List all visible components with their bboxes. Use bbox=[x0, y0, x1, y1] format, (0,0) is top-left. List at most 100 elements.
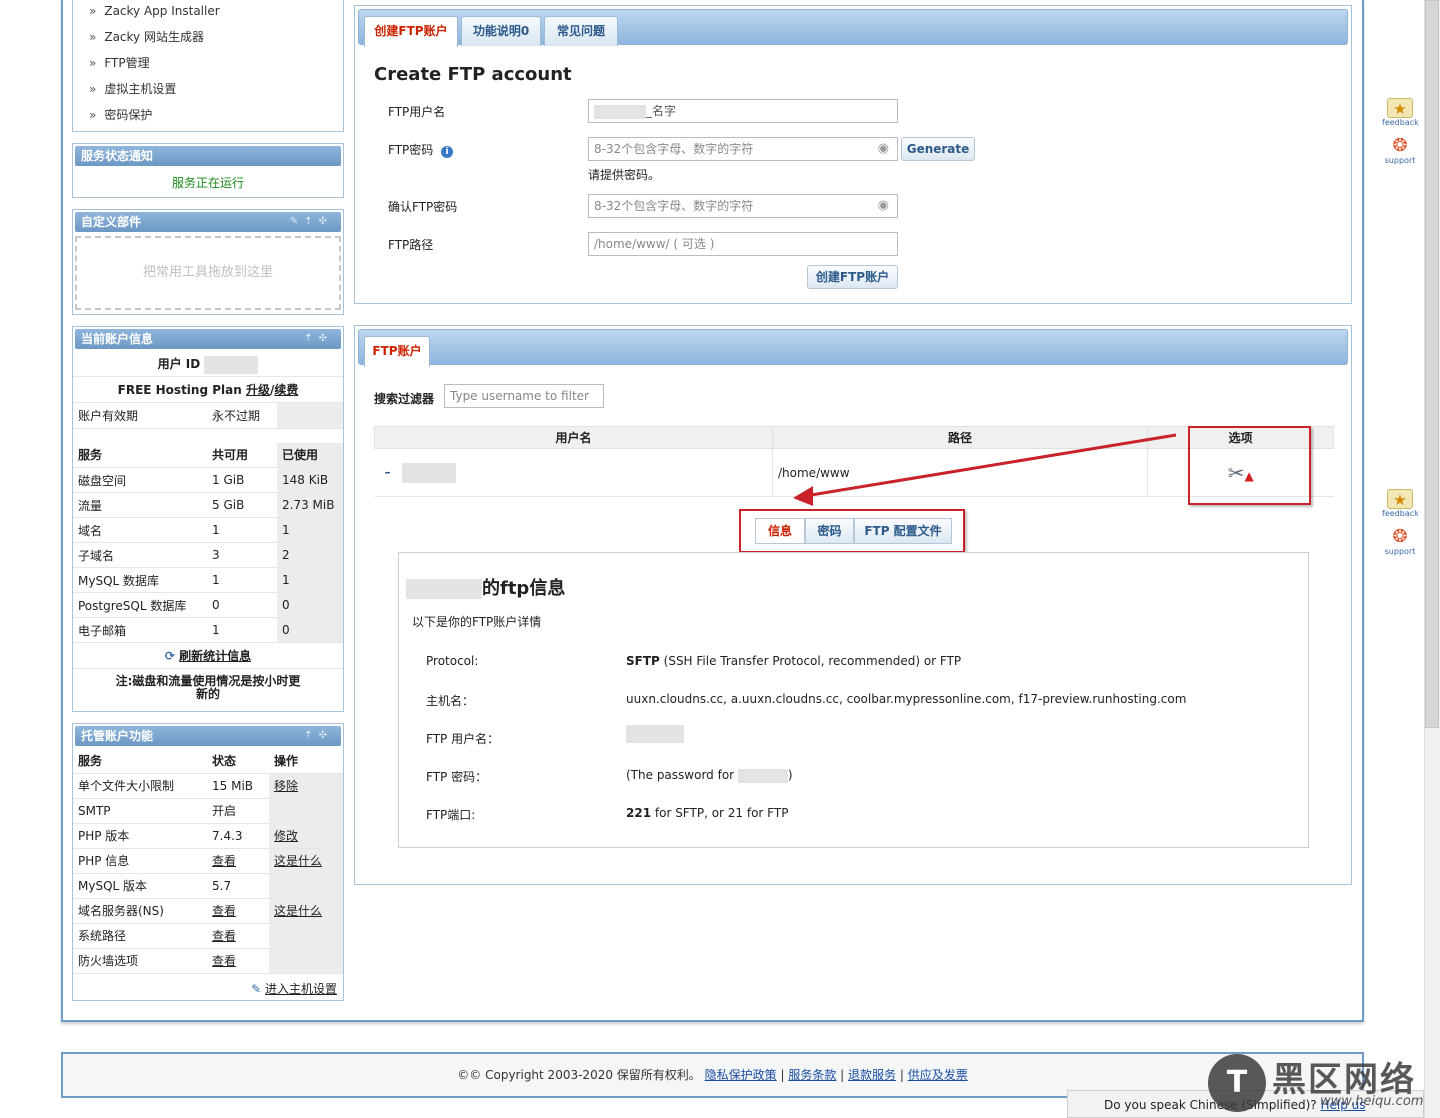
subtab-info[interactable]: 信息 bbox=[755, 518, 805, 544]
service-status-panel: 服务状态通知 服务正在运行 bbox=[72, 143, 344, 198]
tab-faq[interactable]: 常见问题 bbox=[544, 16, 618, 46]
enter-settings-row: ✎ 进入主机设置 bbox=[73, 974, 343, 997]
star-chat-icon: ★ bbox=[1387, 98, 1413, 118]
renew-link[interactable]: 续费 bbox=[274, 383, 298, 397]
refresh-stats-row: ⟳ 刷新统计信息 bbox=[73, 643, 343, 669]
info-icon[interactable]: i bbox=[441, 146, 454, 158]
password-hint: 请提供密码。 bbox=[588, 168, 661, 182]
table-row: SMTP 开启 bbox=[73, 798, 343, 824]
privacy-link[interactable]: 隐私保护政策 bbox=[705, 1068, 777, 1082]
subtab-ftp-config[interactable]: FTP 配置文件 bbox=[854, 518, 952, 544]
ftp-info-intro: 以下是你的FTP账户详情 bbox=[412, 615, 542, 629]
modify-php-link[interactable]: 修改 bbox=[274, 829, 298, 843]
usage-header: 服务 共可用 已使用 bbox=[73, 442, 343, 468]
ftp-username-detail-label: FTP 用户名： bbox=[426, 732, 500, 746]
collapse-icon[interactable]: ⇡ bbox=[304, 216, 318, 227]
refresh-icon[interactable]: ⟳ bbox=[165, 649, 175, 663]
sidebar-item-vhost[interactable]: » 虚拟主机设置 bbox=[73, 78, 343, 104]
table-row: 域名 1 1 bbox=[73, 517, 343, 543]
subtab-password[interactable]: 密码 bbox=[805, 518, 854, 544]
generate-button[interactable]: Generate bbox=[901, 137, 975, 161]
widget-drop-zone[interactable]: 把常用工具拖放到这里 bbox=[75, 236, 341, 310]
remove-link[interactable]: 移除 bbox=[274, 779, 298, 793]
custom-widgets-title: 自定义部件 bbox=[81, 215, 142, 229]
table-row: 防火墙选项 查看 bbox=[73, 948, 343, 974]
info-username-redacted bbox=[406, 579, 482, 599]
table-row: 流量 5 GiB 2.73 MiB bbox=[73, 492, 343, 518]
table-row: 磁盘空间 1 GiB 148 KiB bbox=[73, 467, 343, 493]
table-row: 子域名 3 2 bbox=[73, 542, 343, 568]
upgrade-link[interactable]: 升级 bbox=[246, 383, 270, 397]
copyright-text: ©© Copyright 2003-2020 保留所有权利。 bbox=[457, 1068, 701, 1082]
terms-link[interactable]: 服务条款 bbox=[788, 1068, 836, 1082]
service-status-title: 服务状态通知 bbox=[75, 146, 341, 166]
table-row: MySQL 版本 5.7 bbox=[73, 873, 343, 899]
collapse-icon[interactable]: ⇡ bbox=[304, 333, 318, 344]
collapse-toggle[interactable]: – bbox=[385, 465, 391, 479]
billing-link[interactable]: 供应及发票 bbox=[908, 1068, 968, 1082]
plan-row: FREE Hosting Plan 升级/续费 bbox=[73, 377, 343, 403]
move-icon[interactable]: ✣ bbox=[319, 333, 333, 344]
account-info-panel: 当前账户信息 ⇡✣ 用户 ID FREE Hosting Plan 升级/续费 … bbox=[72, 326, 344, 712]
collapse-icon[interactable]: ⇡ bbox=[304, 730, 318, 741]
what-is-this-link[interactable]: 这是什么 bbox=[274, 854, 322, 868]
refund-link[interactable]: 退款服务 bbox=[848, 1068, 896, 1082]
tab-ftp-accounts[interactable]: FTP账户 bbox=[364, 336, 430, 367]
table-row: PostgreSQL 数据库 0 0 bbox=[73, 592, 343, 618]
confirm-password-input[interactable]: 8-32个包含字母、数字的字符 ◉ bbox=[588, 194, 898, 218]
ftp-path-input[interactable]: /home/www/ ( 可选 ) bbox=[588, 232, 898, 256]
create-ftp-title: Create FTP account bbox=[374, 64, 572, 85]
feedback-widget[interactable]: ★ feedback bbox=[1382, 489, 1419, 523]
feedback-widget[interactable]: ★ feedback bbox=[1382, 98, 1419, 132]
account-info-title: 当前账户信息 bbox=[81, 332, 154, 346]
show-password-icon[interactable]: ◉ bbox=[878, 195, 889, 217]
lifebuoy-icon: ❂ bbox=[1392, 526, 1408, 547]
hosting-features-panel: 托管账户功能 ⇡✣ 服务 状态 操作 单个文件大小限制 15 MiB 移除 SMTP… bbox=[72, 723, 344, 1001]
wrench-icon[interactable]: ✎ bbox=[290, 216, 304, 227]
protocol-label: Protocol: bbox=[426, 654, 479, 668]
validity-row: 账户有效期 永不过期 bbox=[73, 403, 343, 429]
sidebar-item-password-protect[interactable]: » 密码保护 bbox=[73, 104, 343, 130]
move-icon[interactable]: ✣ bbox=[319, 216, 333, 227]
username-prefix-redacted bbox=[594, 104, 646, 119]
usage-header-total: 共可用 bbox=[207, 442, 277, 468]
view-ns-link[interactable]: 查看 bbox=[212, 904, 236, 918]
scrollbar-thumb[interactable] bbox=[1425, 0, 1439, 728]
view-system-path-link[interactable]: 查看 bbox=[212, 929, 236, 943]
ftp-path-value: /home/www bbox=[772, 448, 1148, 497]
move-icon[interactable]: ✣ bbox=[319, 730, 333, 741]
lifebuoy-icon: ❂ bbox=[1392, 135, 1408, 156]
ftp-password-input[interactable]: 8-32个包含字母、数字的字符 ◉ bbox=[588, 137, 898, 161]
tab-features[interactable]: 功能说明0 bbox=[461, 16, 541, 46]
ftp-password-detail-label: FTP 密码： bbox=[426, 770, 488, 784]
usage-note: 注:磁盘和流量使用情况是按小时更新的 bbox=[115, 674, 301, 701]
custom-widgets-panel: 自定义部件 ✎⇡✣ 把常用工具拖放到这里 bbox=[72, 209, 344, 315]
features-header: 服务 状态 操作 bbox=[73, 748, 343, 774]
table-row: PHP 信息 查看 这是什么 bbox=[73, 848, 343, 874]
tab-create-ftp[interactable]: 创建FTP账户 bbox=[364, 16, 458, 47]
ftp-username-detail-value bbox=[626, 725, 684, 746]
sidebar-item-app-installer[interactable]: » Zacky App Installer bbox=[73, 0, 343, 26]
refresh-stats-link[interactable]: 刷新统计信息 bbox=[179, 649, 251, 663]
ftp-username-input[interactable]: _名字 bbox=[588, 99, 898, 123]
view-php-info-link[interactable]: 查看 bbox=[212, 854, 236, 868]
usage-table: 服务 共可用 已使用 磁盘空间 1 GiB 148 KiB 流量 5 GiB 2.73 … bbox=[73, 442, 343, 643]
support-widget[interactable]: ❂ support bbox=[1382, 527, 1418, 561]
create-ftp-button[interactable]: 创建FTP账户 bbox=[807, 265, 898, 289]
support-widget[interactable]: ❂ support bbox=[1382, 136, 1418, 170]
ftp-accounts-tabbar: FTP账户 bbox=[358, 329, 1348, 367]
hostname-value: uuxn.cloudns.cc, a.uuxn.cloudns.cc, cool… bbox=[626, 692, 1187, 706]
sidebar-item-ftp[interactable]: » FTP管理 bbox=[73, 52, 343, 78]
show-password-icon[interactable]: ◉ bbox=[878, 138, 889, 160]
protocol-value: SFTP (SSH File Transfer Protocol, recomm… bbox=[626, 654, 962, 668]
user-id-value-redacted bbox=[204, 355, 259, 374]
what-is-this-link[interactable]: 这是什么 bbox=[274, 904, 322, 918]
table-row: 电子邮箱 1 0 bbox=[73, 617, 343, 643]
sidebar-item-site-builder[interactable]: » Zacky 网站生成器 bbox=[73, 26, 343, 52]
view-firewall-link[interactable]: 查看 bbox=[212, 954, 236, 968]
filter-input[interactable]: Type username to filter bbox=[444, 384, 604, 408]
hostname-label: 主机名： bbox=[426, 694, 475, 708]
vertical-scrollbar[interactable] bbox=[1424, 0, 1440, 1118]
table-row: MySQL 数据库 1 1 bbox=[73, 567, 343, 593]
enter-settings-link[interactable]: 进入主机设置 bbox=[265, 982, 337, 996]
